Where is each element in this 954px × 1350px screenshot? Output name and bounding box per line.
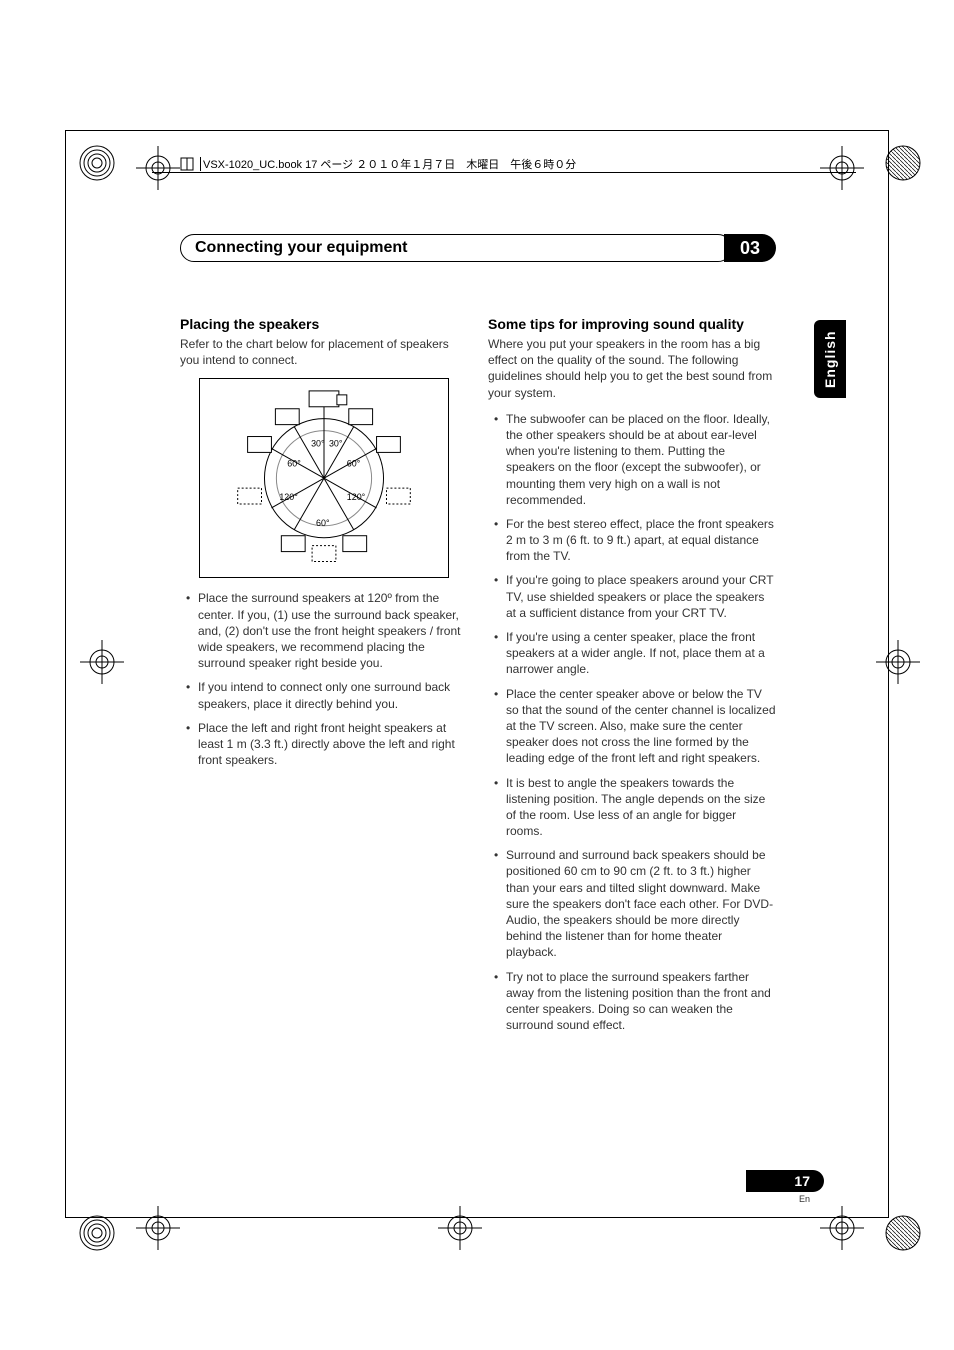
- right-column: Some tips for improving sound quality Wh…: [488, 316, 776, 1041]
- page-number-badge: 17: [746, 1170, 824, 1192]
- right-intro: Where you put your speakers in the room …: [488, 336, 776, 401]
- chapter-title: Connecting your equipment: [195, 239, 407, 257]
- list-item: The subwoofer can be placed on the floor…: [488, 411, 776, 508]
- left-bullets: Place the surround speakers at 120º from…: [180, 590, 468, 768]
- crop-ball-icon: [78, 144, 116, 182]
- list-item: If you're going to place speakers around…: [488, 572, 776, 621]
- speaker-placement-figure: 30° 30° 60° 60° 120° 120° 60°: [199, 378, 449, 578]
- registration-mark-icon: [818, 1204, 866, 1252]
- header-rule: [152, 172, 856, 173]
- list-item: Try not to place the surround speakers f…: [488, 969, 776, 1034]
- book-icon: [180, 157, 194, 171]
- registration-mark-icon: [134, 1204, 182, 1252]
- registration-mark-icon: [134, 144, 182, 192]
- page-footer: 17 En: [746, 1170, 824, 1204]
- registration-mark-icon: [436, 1204, 484, 1252]
- list-item: Place the surround speakers at 120º from…: [180, 590, 468, 671]
- right-heading: Some tips for improving sound quality: [488, 316, 776, 332]
- svg-text:60°: 60°: [316, 518, 330, 528]
- language-tab: English: [814, 320, 846, 398]
- registration-mark-icon: [78, 638, 126, 686]
- running-header: VSX-1020_UC.book 17 ページ ２０１０年１月７日 木曜日 午後…: [180, 156, 576, 172]
- list-item: Place the center speaker above or below …: [488, 686, 776, 767]
- list-item: If you're using a center speaker, place …: [488, 629, 776, 678]
- crop-ball-icon: [78, 1214, 116, 1252]
- list-item: Surround and surround back speakers shou…: [488, 847, 776, 960]
- crop-ball-icon: [884, 144, 922, 182]
- svg-text:120°: 120°: [347, 492, 366, 502]
- chapter-bar: Connecting your equipment 03: [180, 234, 776, 262]
- header-text: VSX-1020_UC.book 17 ページ ２０１０年１月７日 木曜日 午後…: [203, 156, 576, 172]
- svg-text:60°: 60°: [347, 459, 361, 469]
- left-heading: Placing the speakers: [180, 316, 468, 332]
- list-item: For the best stereo effect, place the fr…: [488, 516, 776, 565]
- chapter-title-pill: Connecting your equipment: [180, 234, 732, 262]
- svg-text:60°: 60°: [287, 459, 301, 469]
- registration-mark-icon: [818, 144, 866, 192]
- registration-mark-icon: [874, 638, 922, 686]
- page-lang-short: En: [746, 1194, 824, 1204]
- crop-ball-icon: [884, 1214, 922, 1252]
- content-area: Placing the speakers Refer to the chart …: [180, 316, 776, 1041]
- svg-text:120°: 120°: [279, 492, 298, 502]
- chapter-number-badge: 03: [724, 234, 776, 262]
- list-item: It is best to angle the speakers towards…: [488, 775, 776, 840]
- right-bullets: The subwoofer can be placed on the floor…: [488, 411, 776, 1034]
- list-item: If you intend to connect only one surrou…: [180, 679, 468, 711]
- svg-text:30°: 30°: [311, 439, 325, 449]
- left-intro: Refer to the chart below for placement o…: [180, 336, 468, 368]
- svg-text:30°: 30°: [329, 439, 343, 449]
- list-item: Place the left and right front height sp…: [180, 720, 468, 769]
- left-column: Placing the speakers Refer to the chart …: [180, 316, 468, 1041]
